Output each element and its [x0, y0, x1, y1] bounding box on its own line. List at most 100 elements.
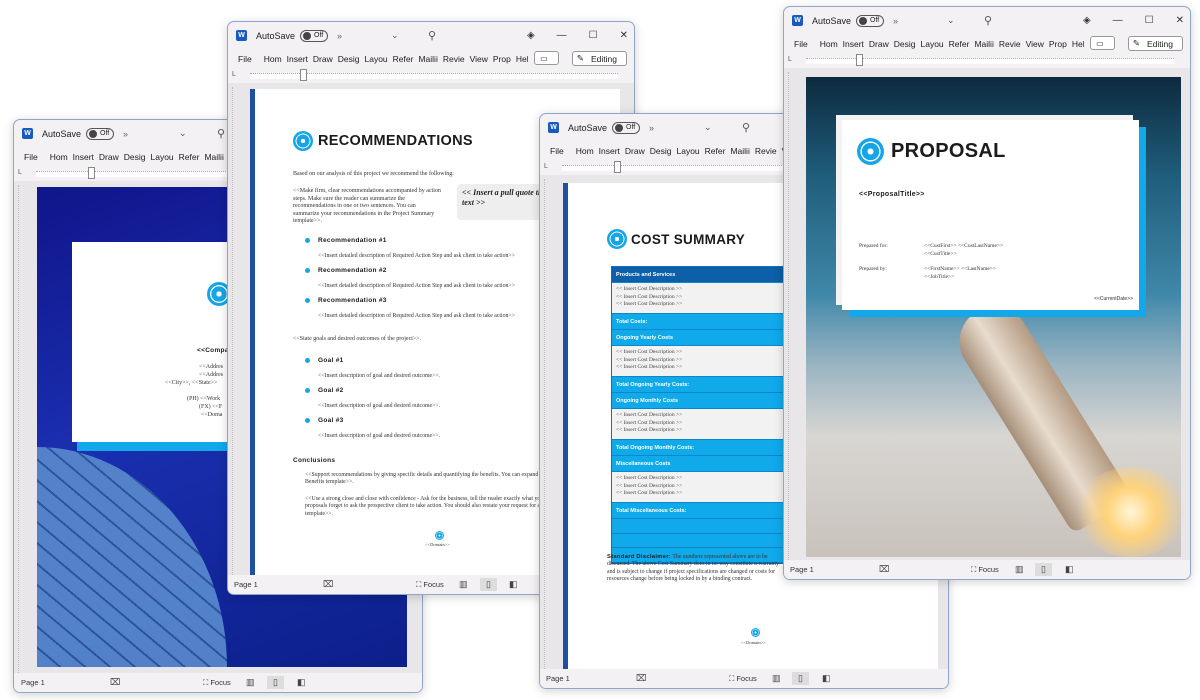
minimize-button[interactable]: — — [1113, 15, 1123, 26]
print-layout-icon[interactable]: ▯ — [792, 672, 809, 685]
page-indicator[interactable]: Page 1 — [546, 674, 570, 683]
autosave-toggle[interactable]: Off — [86, 127, 115, 140]
web-layout-icon[interactable]: ◧ — [822, 673, 831, 684]
read-mode-icon[interactable]: ▥ — [772, 673, 781, 684]
web-layout-icon[interactable]: ◧ — [297, 677, 306, 688]
close-button[interactable]: ✕ — [1176, 15, 1184, 26]
tab-references[interactable]: Refer — [179, 152, 200, 162]
tab-design[interactable]: Desig — [338, 54, 360, 64]
vertical-ruler[interactable] — [18, 185, 24, 673]
tab-view[interactable]: View — [470, 54, 488, 64]
comments-button[interactable]: ▭ — [1089, 36, 1115, 50]
accessibility-icon[interactable]: ⌧ — [879, 564, 889, 575]
editing-mode-button[interactable]: ✎ Editing — [1127, 36, 1183, 51]
tab-review[interactable]: Revie — [755, 146, 777, 156]
chevron-down-icon[interactable]: ⌄ — [947, 15, 955, 26]
tab-view[interactable]: View — [1026, 39, 1044, 49]
page-indicator[interactable]: Page 1 — [234, 580, 258, 589]
autosave-toggle[interactable]: Off — [612, 121, 641, 134]
horizontal-ruler[interactable]: L — [784, 54, 1190, 68]
chevron-down-icon[interactable]: ⌄ — [704, 122, 712, 133]
chevron-down-icon[interactable]: ⌄ — [391, 30, 399, 41]
search-icon[interactable]: ⚲ — [984, 14, 992, 27]
tab-references[interactable]: Refer — [949, 39, 970, 49]
tab-mailings[interactable]: Mailii — [418, 54, 437, 64]
overflow-chevron-icon[interactable]: » — [337, 31, 342, 41]
tab-mailings[interactable]: Mailii — [730, 146, 749, 156]
focus-button[interactable]: ⛶ Focus — [971, 565, 999, 575]
search-icon[interactable]: ⚲ — [742, 121, 750, 134]
tab-review[interactable]: Revie — [443, 54, 465, 64]
page-indicator[interactable]: Page 1 — [790, 565, 814, 574]
accessibility-icon[interactable]: ⌧ — [110, 677, 120, 688]
tab-layout[interactable]: Layou — [151, 152, 174, 162]
tab-references[interactable]: Refer — [393, 54, 414, 64]
focus-button[interactable]: ⛶ Focus — [416, 580, 444, 590]
tab-design[interactable]: Desig — [124, 152, 146, 162]
read-mode-icon[interactable]: ▥ — [246, 677, 255, 688]
horizontal-ruler[interactable]: L — [228, 69, 634, 83]
tab-layout[interactable]: Layou — [677, 146, 700, 156]
web-layout-icon[interactable]: ◧ — [509, 579, 518, 590]
tab-draw[interactable]: Draw — [99, 152, 119, 162]
tab-references[interactable]: Refer — [705, 146, 726, 156]
tab-file[interactable]: File — [794, 39, 808, 49]
tab-review[interactable]: Revie — [999, 39, 1021, 49]
cost-description-line: << Insert Cost Description >> — [616, 286, 683, 292]
tab-file[interactable]: File — [24, 152, 38, 162]
tab-draw[interactable]: Draw — [869, 39, 889, 49]
overflow-chevron-icon[interactable]: » — [123, 129, 128, 139]
tab-insert[interactable]: Insert — [599, 146, 620, 156]
editing-mode-button[interactable]: ✎ Editing — [571, 51, 627, 66]
domain-line: <<Doma — [201, 412, 223, 418]
read-mode-icon[interactable]: ▥ — [1015, 564, 1024, 575]
tab-home[interactable]: Hom — [576, 146, 594, 156]
tab-layout[interactable]: Layou — [921, 39, 944, 49]
search-icon[interactable]: ⚲ — [217, 127, 225, 140]
minimize-button[interactable]: — — [557, 30, 567, 41]
accessibility-icon[interactable]: ⌧ — [636, 673, 646, 684]
chevron-down-icon[interactable]: ⌄ — [179, 128, 187, 139]
diamond-icon[interactable]: ◈ — [1083, 15, 1091, 26]
cost-description-line: << Insert Cost Description >> — [616, 490, 683, 496]
search-icon[interactable]: ⚲ — [428, 29, 436, 42]
autosave-toggle[interactable]: Off — [856, 14, 885, 27]
maximize-button[interactable]: ☐ — [589, 30, 598, 41]
maximize-button[interactable]: ☐ — [1145, 15, 1154, 26]
tab-home[interactable]: Hom — [264, 54, 282, 64]
tab-mailings[interactable]: Mailii — [204, 152, 223, 162]
page-indicator[interactable]: Page 1 — [21, 678, 45, 687]
focus-button[interactable]: ⛶ Focus — [203, 678, 231, 688]
tab-mailings[interactable]: Mailii — [974, 39, 993, 49]
vertical-ruler[interactable] — [544, 179, 550, 669]
accessibility-icon[interactable]: ⌧ — [323, 579, 333, 590]
tab-draw[interactable]: Draw — [313, 54, 333, 64]
tab-file[interactable]: File — [550, 146, 564, 156]
tab-design[interactable]: Desig — [894, 39, 916, 49]
tab-home[interactable]: Hom — [50, 152, 68, 162]
print-layout-icon[interactable]: ▯ — [267, 676, 284, 689]
tab-insert[interactable]: Insert — [843, 39, 864, 49]
tab-home[interactable]: Hom — [820, 39, 838, 49]
diamond-icon[interactable]: ◈ — [527, 30, 535, 41]
close-button[interactable]: ✕ — [620, 30, 628, 41]
tab-layout[interactable]: Layou — [365, 54, 388, 64]
tab-insert[interactable]: Insert — [73, 152, 94, 162]
tab-insert[interactable]: Insert — [287, 54, 308, 64]
vertical-ruler[interactable] — [788, 72, 794, 560]
tab-properties[interactable]: Prop — [493, 54, 511, 64]
focus-button[interactable]: ⛶ Focus — [729, 674, 757, 684]
comments-button[interactable]: ▭ — [533, 51, 559, 65]
tab-properties[interactable]: Prop — [1049, 39, 1067, 49]
overflow-chevron-icon[interactable]: » — [893, 16, 898, 26]
overflow-chevron-icon[interactable]: » — [649, 123, 654, 133]
read-mode-icon[interactable]: ▥ — [459, 579, 468, 590]
print-layout-icon[interactable]: ▯ — [1035, 563, 1052, 576]
tab-design[interactable]: Desig — [650, 146, 672, 156]
web-layout-icon[interactable]: ◧ — [1065, 564, 1074, 575]
autosave-toggle[interactable]: Off — [300, 29, 329, 42]
tab-draw[interactable]: Draw — [625, 146, 645, 156]
print-layout-icon[interactable]: ▯ — [480, 578, 497, 591]
vertical-ruler[interactable] — [232, 87, 238, 575]
tab-file[interactable]: File — [238, 54, 252, 64]
